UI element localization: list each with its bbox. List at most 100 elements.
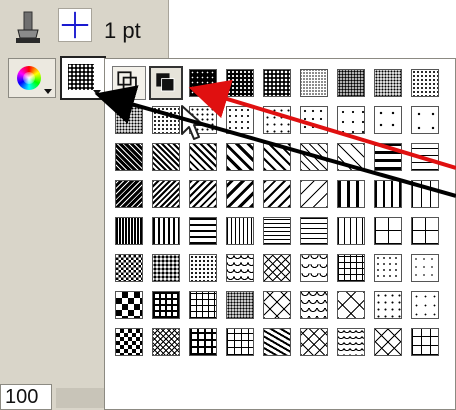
- pattern-fill: [301, 218, 327, 244]
- pattern-fill: [116, 218, 142, 244]
- pattern-swatch[interactable]: [189, 254, 217, 282]
- pattern-swatch[interactable]: [189, 69, 217, 97]
- pattern-fill: [412, 144, 438, 170]
- pattern-swatch[interactable]: [337, 217, 365, 245]
- pattern-fill: [153, 329, 179, 355]
- pattern-swatch[interactable]: [374, 69, 402, 97]
- pattern-swatch[interactable]: [337, 328, 365, 356]
- pattern-swatch[interactable]: [374, 217, 402, 245]
- pattern-swatch[interactable]: [152, 254, 180, 282]
- pattern-fill: [338, 181, 364, 207]
- pattern-swatch[interactable]: [115, 328, 143, 356]
- pattern-fill: [338, 144, 364, 170]
- pattern-swatch[interactable]: [115, 143, 143, 171]
- pattern-swatch[interactable]: [189, 180, 217, 208]
- pattern-fill: [412, 70, 438, 96]
- pattern-fill: [338, 292, 364, 318]
- pattern-swatch[interactable]: [263, 180, 291, 208]
- pattern-fill: [338, 107, 364, 133]
- cursor-icon: [181, 105, 204, 140]
- pattern-swatch[interactable]: [411, 328, 439, 356]
- pattern-fill: [375, 107, 401, 133]
- pattern-swatch[interactable]: [226, 254, 254, 282]
- pattern-swatch[interactable]: [300, 143, 328, 171]
- pattern-swatch[interactable]: [263, 328, 291, 356]
- pattern-swatch[interactable]: [226, 143, 254, 171]
- pattern-swatch[interactable]: [300, 291, 328, 319]
- pattern-swatch[interactable]: [337, 69, 365, 97]
- pattern-swatch[interactable]: [337, 143, 365, 171]
- pattern-swatch[interactable]: [263, 217, 291, 245]
- pattern-swatch[interactable]: [300, 217, 328, 245]
- pattern-fill: [264, 70, 290, 96]
- pattern-swatch[interactable]: [263, 254, 291, 282]
- pattern-swatch[interactable]: [300, 254, 328, 282]
- filled-mode-button[interactable]: [149, 66, 183, 100]
- pattern-swatch[interactable]: [374, 180, 402, 208]
- pattern-swatch[interactable]: [300, 69, 328, 97]
- pattern-swatch[interactable]: [226, 69, 254, 97]
- pattern-swatch[interactable]: [337, 106, 365, 134]
- pattern-swatch[interactable]: [374, 291, 402, 319]
- pattern-swatch[interactable]: [300, 328, 328, 356]
- pattern-swatch[interactable]: [189, 291, 217, 319]
- pattern-swatch[interactable]: [337, 291, 365, 319]
- pattern-fill: [264, 255, 290, 281]
- pattern-fill: [153, 144, 179, 170]
- stroke-toolbar: 1 pt: [0, 0, 168, 52]
- pattern-swatch[interactable]: [411, 143, 439, 171]
- pattern-swatch[interactable]: [152, 180, 180, 208]
- pattern-swatch[interactable]: [152, 143, 180, 171]
- pattern-swatch[interactable]: [374, 328, 402, 356]
- pattern-swatch[interactable]: [226, 217, 254, 245]
- crosshair-icon[interactable]: [58, 8, 92, 42]
- pattern-picker-button[interactable]: [60, 56, 106, 100]
- pattern-swatch[interactable]: [115, 180, 143, 208]
- pattern-swatch[interactable]: [115, 217, 143, 245]
- outline-mode-button[interactable]: [112, 66, 146, 100]
- pattern-swatch[interactable]: [152, 291, 180, 319]
- pattern-swatch[interactable]: [226, 291, 254, 319]
- pattern-swatch[interactable]: [374, 254, 402, 282]
- pattern-fill: [338, 255, 364, 281]
- pattern-fill: [116, 292, 142, 318]
- pattern-swatch[interactable]: [411, 106, 439, 134]
- pattern-swatch[interactable]: [337, 180, 365, 208]
- pattern-swatch[interactable]: [374, 106, 402, 134]
- pattern-fill: [264, 329, 290, 355]
- pattern-swatch[interactable]: [411, 254, 439, 282]
- zoom-field[interactable]: 100: [0, 384, 52, 410]
- pattern-swatch[interactable]: [152, 217, 180, 245]
- pattern-swatch[interactable]: [411, 217, 439, 245]
- pattern-swatch[interactable]: [115, 106, 143, 134]
- color-picker-button[interactable]: [8, 58, 56, 98]
- pattern-swatch[interactable]: [263, 106, 291, 134]
- stroke-weight-label[interactable]: 1 pt: [104, 18, 141, 44]
- pattern-swatch[interactable]: [411, 69, 439, 97]
- pattern-swatch[interactable]: [337, 254, 365, 282]
- pattern-swatch[interactable]: [411, 180, 439, 208]
- pattern-swatch[interactable]: [189, 328, 217, 356]
- pattern-swatch[interactable]: [115, 291, 143, 319]
- pattern-swatch[interactable]: [263, 291, 291, 319]
- pattern-swatch[interactable]: [374, 143, 402, 171]
- scrollbar[interactable]: [56, 388, 108, 408]
- pattern-swatch[interactable]: [226, 106, 254, 134]
- pattern-fill: [375, 329, 401, 355]
- pattern-swatch[interactable]: [115, 254, 143, 282]
- pattern-swatch[interactable]: [263, 69, 291, 97]
- pattern-swatch[interactable]: [300, 106, 328, 134]
- pattern-swatch[interactable]: [152, 328, 180, 356]
- pattern-fill: [190, 255, 216, 281]
- pattern-swatch[interactable]: [189, 143, 217, 171]
- pattern-swatch[interactable]: [411, 291, 439, 319]
- pattern-swatch[interactable]: [300, 180, 328, 208]
- pattern-swatch[interactable]: [226, 180, 254, 208]
- pattern-swatch[interactable]: [226, 328, 254, 356]
- pattern-swatch[interactable]: [152, 106, 180, 134]
- pattern-swatch[interactable]: [189, 217, 217, 245]
- brush-icon[interactable]: [12, 10, 44, 46]
- pattern-fill: [227, 329, 253, 355]
- pattern-fill: [116, 181, 142, 207]
- pattern-swatch[interactable]: [263, 143, 291, 171]
